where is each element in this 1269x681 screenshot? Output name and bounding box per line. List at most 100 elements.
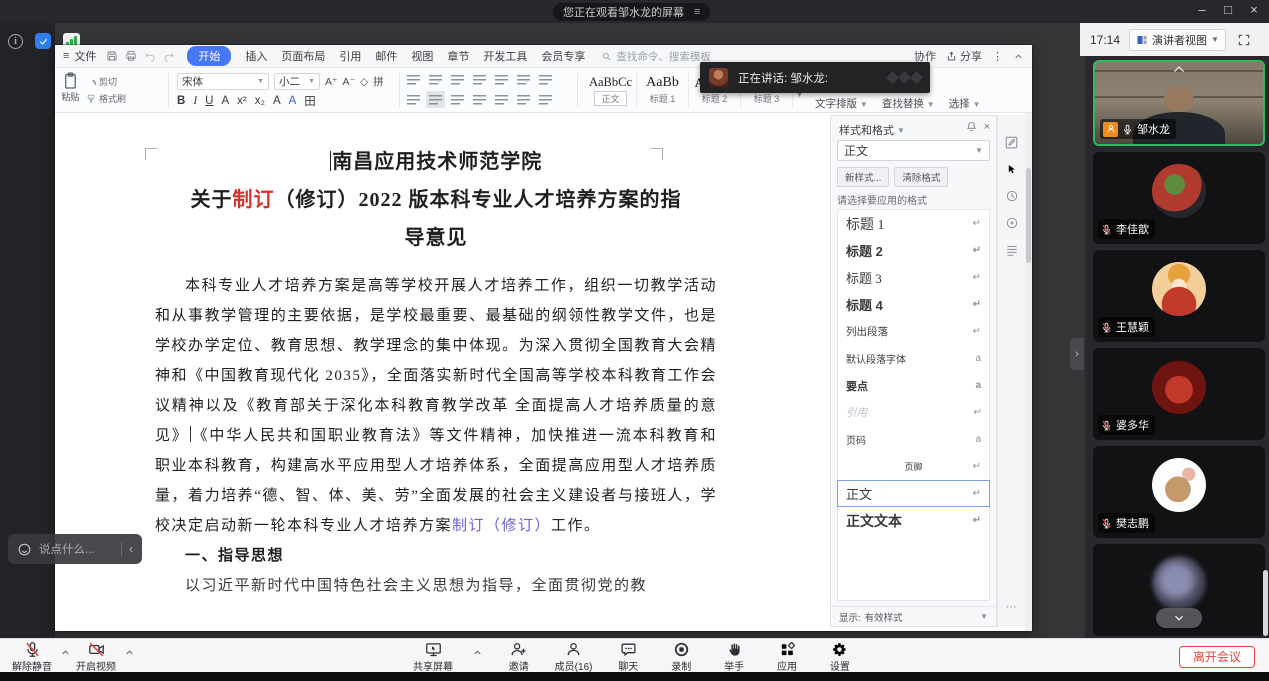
close-panel-icon[interactable]: × [984,121,990,133]
style-item-list-paragraph[interactable]: 列出段落↵ [838,318,989,345]
paste-button[interactable]: 粘贴 [61,71,80,103]
minimize-button[interactable]: – [1195,2,1209,17]
new-style-button[interactable]: 新样式... [837,167,889,187]
scrollbar-thumb[interactable] [1026,168,1031,263]
grow-font-button[interactable]: A⁺ [325,76,338,88]
bold-button[interactable]: B [177,95,185,107]
wps-command-search[interactable]: 查找命令、搜索模板 [601,49,711,64]
unmute-button[interactable]: 解除静音 [4,641,60,673]
style-item-heading3[interactable]: 标题 3↵ [838,264,989,291]
scroll-tiles-down-button[interactable] [1156,608,1202,628]
italic-button[interactable]: I [193,95,197,107]
superscript-button[interactable]: x² [237,95,247,107]
show-marks-icon[interactable] [539,74,552,85]
increase-indent-icon[interactable] [473,74,486,85]
wps-tab-developer[interactable]: 开发工具 [483,48,527,64]
record-button[interactable]: 录制 [664,641,698,673]
view-mode-button[interactable]: 演讲者视图 ▼ [1129,29,1226,51]
font-name-select[interactable]: 宋体▼ [177,73,269,90]
participant-tile[interactable]: 李佳歆 [1093,152,1265,244]
leave-meeting-button[interactable]: 离开会议 [1179,646,1255,668]
clear-format-button[interactable]: 清除格式 [894,167,948,187]
comment-icon[interactable] [1005,216,1019,230]
maximize-button[interactable]: □ [1221,2,1235,17]
wps-tab-mailings[interactable]: 邮件 [375,48,397,64]
chat-input-placeholder[interactable]: 说点什么... [39,541,95,557]
print-icon[interactable] [125,50,137,62]
wps-tab-page-layout[interactable]: 页面布局 [281,48,325,64]
underline-button[interactable]: U [205,95,213,107]
chat-collapse-icon[interactable]: ‹ [129,542,133,556]
save-icon[interactable] [106,50,118,62]
emoji-icon[interactable] [17,542,32,557]
phonetic-guide-button[interactable]: 拼 [373,74,384,89]
participant-tile-partial[interactable] [1093,544,1265,636]
number-list-icon[interactable] [429,74,442,85]
wps-tab-member[interactable]: 会员专享 [541,48,585,64]
settings-button[interactable]: 设置 [823,641,857,673]
members-button[interactable]: 成员(16) [555,641,593,673]
highlight-button[interactable]: A [273,95,281,107]
styles-filter-select[interactable]: 有效样式 [865,610,903,624]
participant-tile[interactable]: 樊志鹏 [1093,446,1265,538]
align-right-icon[interactable] [451,94,464,105]
sidebar-collapse-handle[interactable]: › [1070,338,1084,370]
start-video-button[interactable]: 开启视频 [68,641,124,673]
align-center-icon[interactable] [429,94,442,105]
apps-button[interactable]: 应用 [770,641,804,673]
wps-tab-references[interactable]: 引用 [339,48,361,64]
style-item-heading1[interactable]: 标题 1↵ [838,210,989,237]
collapse-ribbon-icon[interactable] [1013,51,1024,62]
style-item-body-text[interactable]: 正文文本↵ [838,507,989,534]
history-icon[interactable] [1005,189,1019,203]
wps-hamburger-icon[interactable]: ≡ [63,50,69,62]
style-item-quote[interactable]: 引用↵ [838,399,989,426]
wps-tab-insert[interactable]: 插入 [245,48,267,64]
subscript-button[interactable]: x₂ [255,95,265,107]
text-direction-icon[interactable] [495,74,508,85]
meeting-info-icon[interactable]: i [8,34,23,49]
document-canvas[interactable]: 南昌应用技术师范学院 关于制订（修订）2022 版本科专业人才培养方案的指 导意… [55,113,830,631]
current-style-dropdown[interactable]: 正文▼ [837,140,990,161]
raise-hand-button[interactable]: 举手 [717,641,751,673]
select-button[interactable]: 选择 ▼ [949,96,981,111]
style-item-heading2[interactable]: 标题 2↵ [838,237,989,264]
share-screen-button[interactable]: 共享屏幕 [413,641,453,673]
bullet-list-icon[interactable] [407,74,420,85]
style-normal[interactable]: AaBbCc 正文 [585,71,637,109]
participant-tile[interactable]: 王慧颖 [1093,250,1265,342]
security-shield-icon[interactable] [35,33,51,49]
text-layout-button[interactable]: 文字排版 ▼ [815,96,868,111]
more-tools-icon[interactable]: ⋯ [1006,600,1018,613]
fullscreen-button[interactable] [1237,33,1251,47]
participant-tile[interactable]: 婆多华 [1093,348,1265,440]
edit-mode-icon[interactable] [1004,135,1019,150]
font-color-button[interactable]: A [221,95,229,107]
align-justify-icon[interactable] [473,94,486,105]
outline-icon[interactable] [1005,243,1019,257]
style-item-normal-selected[interactable]: 正文↵ [837,480,990,507]
enclose-char-button[interactable]: 田 [304,93,316,109]
collapse-tiles-icon[interactable] [1171,64,1187,74]
font-size-select[interactable]: 小二▼ [274,73,320,90]
style-item-footer[interactable]: 页脚↵ [838,453,989,480]
wps-file-menu[interactable]: 文件 [74,48,96,64]
sidebar-scrollbar[interactable] [1263,570,1268,636]
bell-icon[interactable] [966,121,977,132]
document-text[interactable]: 南昌应用技术师范学院 关于制订（修订）2022 版本科专业人才培养方案的指 导意… [155,143,717,601]
quick-chat-bar[interactable]: 说点什么... ‹ [8,534,142,564]
style-item-page-number[interactable]: 页码a [838,426,989,453]
share-options-caret[interactable] [472,647,483,658]
style-item-heading4[interactable]: 标题 4↵ [838,291,989,318]
shrink-font-button[interactable]: A⁻ [343,76,356,88]
shading-icon[interactable] [517,94,530,105]
wps-tab-section[interactable]: 章节 [447,48,469,64]
decrease-indent-icon[interactable] [451,74,464,85]
border-icon[interactable] [539,94,552,105]
select-cursor-icon[interactable] [1005,163,1018,176]
banner-menu-icon[interactable]: ≡ [694,7,700,18]
participant-tile-speaking[interactable]: 邹水龙 [1093,60,1265,146]
sort-icon[interactable] [517,74,530,85]
invite-button[interactable]: 邀请 [502,641,536,673]
close-button[interactable]: × [1247,2,1261,17]
